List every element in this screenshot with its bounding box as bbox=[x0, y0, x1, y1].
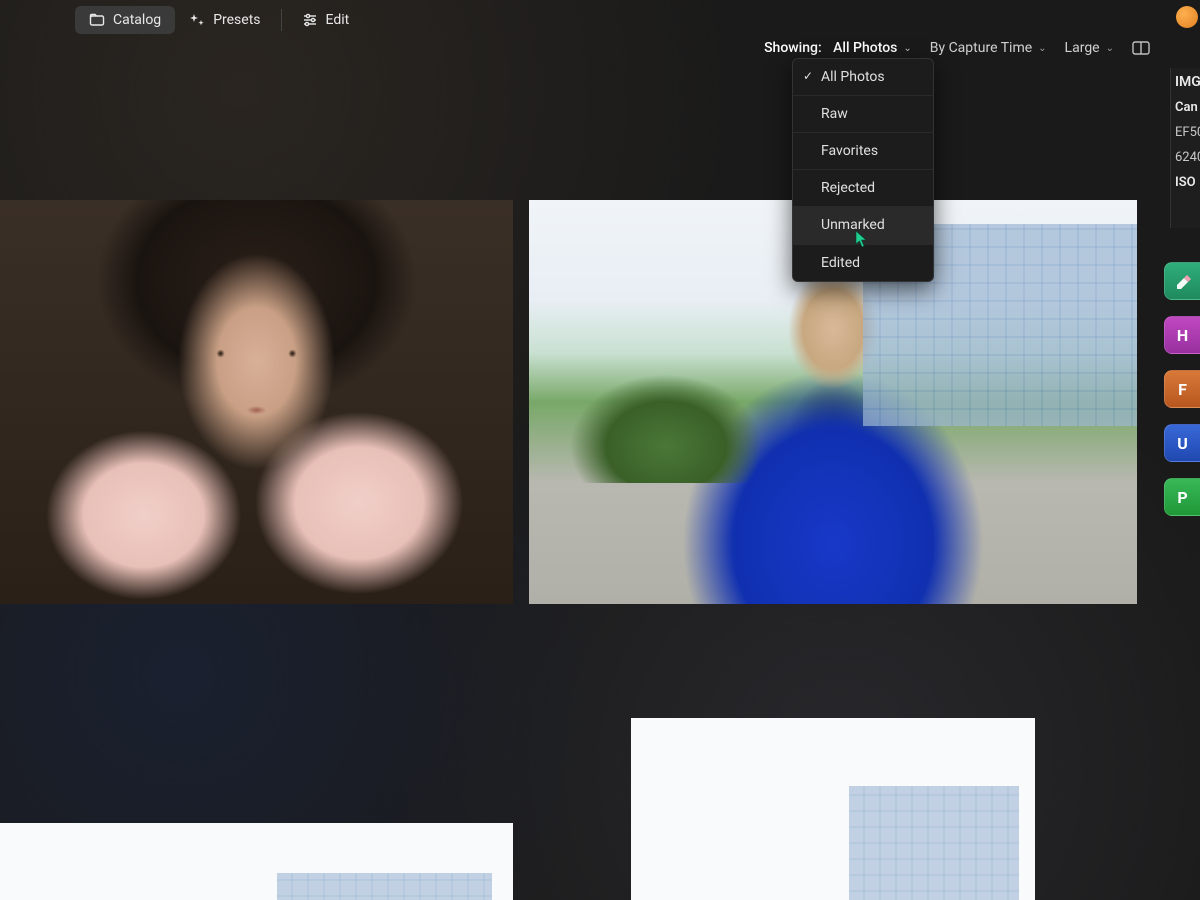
info-iso: ISO bbox=[1175, 175, 1196, 190]
top-toolbar: Catalog Presets Edit bbox=[75, 6, 363, 34]
toolbar-separator bbox=[281, 9, 282, 31]
photo-thumbnail[interactable] bbox=[0, 200, 513, 604]
showing-prefix: Showing: bbox=[764, 40, 822, 56]
showing-dropdown: All Photos Raw Favorites Rejected Unmark… bbox=[792, 58, 934, 282]
eraser-tool-button[interactable] bbox=[1164, 262, 1200, 300]
h-tool-button[interactable]: H bbox=[1164, 316, 1200, 354]
dropdown-label: Rejected bbox=[821, 180, 875, 196]
f-tool-button[interactable]: F bbox=[1164, 370, 1200, 408]
catalog-button[interactable]: Catalog bbox=[75, 6, 175, 34]
sort-filter[interactable]: By Capture Time ⌄ bbox=[930, 40, 1047, 56]
sparkle-icon bbox=[189, 12, 205, 28]
showing-filter[interactable]: Showing: All Photos ⌄ bbox=[764, 40, 912, 56]
dropdown-item-favorites[interactable]: Favorites bbox=[793, 133, 933, 170]
dropdown-label: Unmarked bbox=[821, 217, 885, 233]
chevron-down-icon: ⌄ bbox=[903, 43, 911, 54]
dropdown-label: Edited bbox=[821, 255, 860, 271]
eraser-icon bbox=[1173, 271, 1193, 291]
sort-label: By Capture Time bbox=[930, 40, 1032, 56]
p-label: P bbox=[1177, 488, 1187, 507]
filter-bar: Showing: All Photos ⌄ By Capture Time ⌄ … bbox=[764, 40, 1150, 56]
sliders-icon bbox=[302, 12, 318, 28]
tool-rail: H F U P bbox=[1164, 262, 1200, 516]
dropdown-item-all-photos[interactable]: All Photos bbox=[793, 59, 933, 96]
u-tool-button[interactable]: U bbox=[1164, 424, 1200, 462]
f-label: F bbox=[1178, 380, 1187, 399]
chevron-down-icon: ⌄ bbox=[1106, 43, 1114, 54]
dropdown-item-edited[interactable]: Edited bbox=[793, 245, 933, 281]
dropdown-label: Favorites bbox=[821, 143, 878, 159]
edit-label: Edit bbox=[326, 12, 350, 28]
compare-view-button[interactable] bbox=[1132, 41, 1150, 55]
photo-thumbnail[interactable] bbox=[0, 823, 513, 900]
u-label: U bbox=[1177, 434, 1188, 453]
chevron-down-icon: ⌄ bbox=[1038, 43, 1046, 54]
info-resolution: 6240 bbox=[1175, 150, 1196, 165]
h-label: H bbox=[1177, 326, 1188, 345]
dropdown-label: Raw bbox=[821, 106, 848, 122]
size-filter[interactable]: Large ⌄ bbox=[1065, 40, 1114, 56]
folder-icon bbox=[89, 12, 105, 28]
size-label: Large bbox=[1065, 40, 1100, 56]
info-camera: Can bbox=[1175, 100, 1196, 115]
edit-button[interactable]: Edit bbox=[288, 6, 364, 34]
account-avatar[interactable] bbox=[1176, 6, 1198, 28]
dropdown-item-raw[interactable]: Raw bbox=[793, 96, 933, 133]
dropdown-item-rejected[interactable]: Rejected bbox=[793, 170, 933, 207]
photo-thumbnail[interactable] bbox=[631, 718, 1035, 900]
showing-value: All Photos bbox=[833, 40, 897, 56]
dropdown-item-unmarked[interactable]: Unmarked bbox=[793, 207, 933, 244]
presets-button[interactable]: Presets bbox=[175, 6, 274, 34]
compare-icon bbox=[1132, 41, 1150, 55]
p-tool-button[interactable]: P bbox=[1164, 478, 1200, 516]
presets-label: Presets bbox=[213, 12, 260, 28]
catalog-label: Catalog bbox=[113, 12, 161, 28]
info-lens: EF50 bbox=[1175, 125, 1196, 140]
info-filename: IMG bbox=[1175, 74, 1196, 90]
dropdown-label: All Photos bbox=[821, 69, 885, 85]
info-panel: IMG Can EF50 6240 ISO bbox=[1170, 68, 1200, 228]
